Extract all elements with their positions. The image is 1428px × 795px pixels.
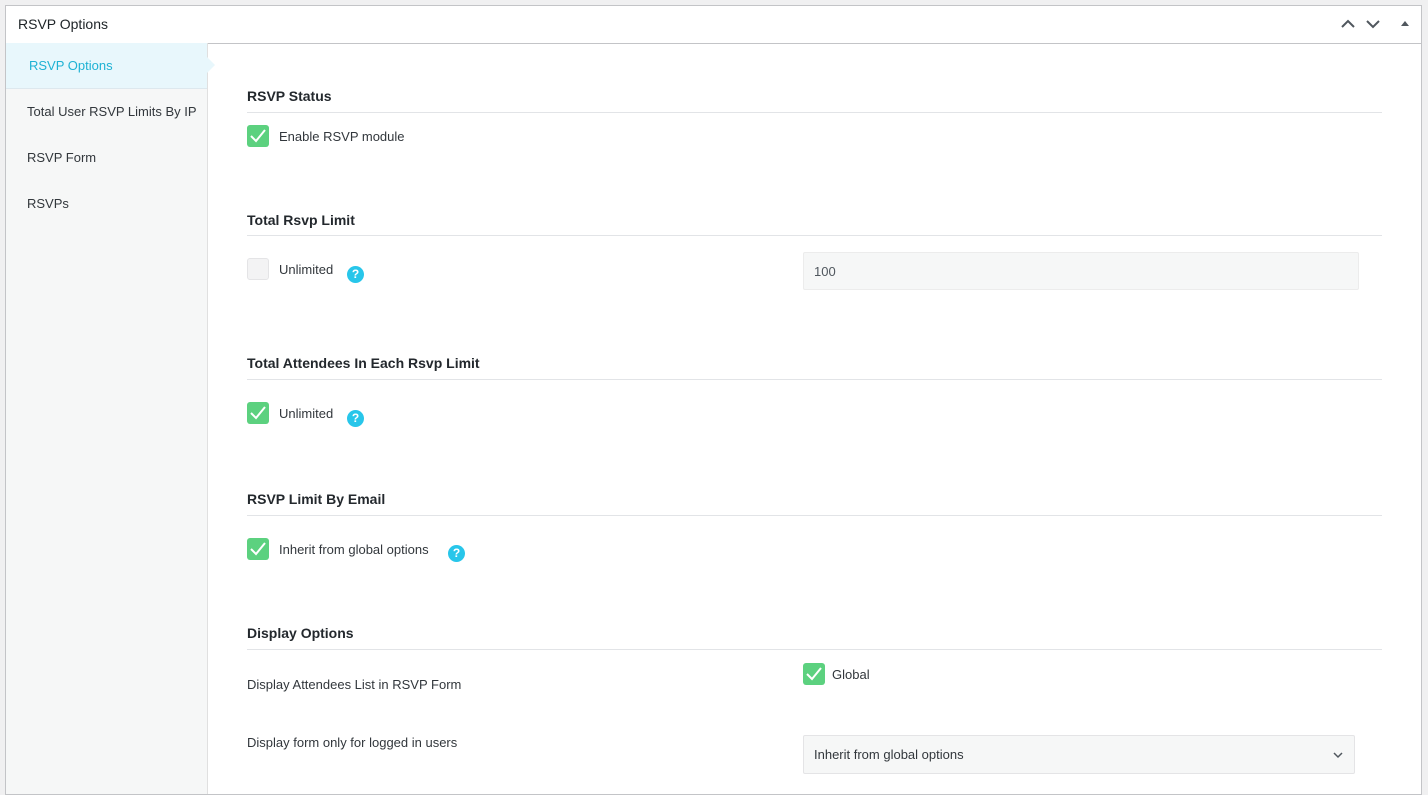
checkmark-icon <box>806 667 822 681</box>
checkmark-icon <box>250 542 266 556</box>
panel-header: RSVP Options <box>6 6 1421 44</box>
help-icon[interactable]: ? <box>347 266 364 283</box>
attendees-unlimited-checkbox[interactable] <box>247 402 269 424</box>
total-limit-input[interactable] <box>803 252 1359 290</box>
section-title-rsvp-status: RSVP Status <box>247 88 332 104</box>
section-title-total-limit: Total Rsvp Limit <box>247 212 355 228</box>
sidebar-item-rsvps[interactable]: RSVPs <box>6 181 207 227</box>
chevron-down-icon <box>1333 752 1343 759</box>
help-icon[interactable]: ? <box>448 545 465 562</box>
triangle-up-icon <box>1401 21 1409 26</box>
move-up-button[interactable] <box>1336 12 1360 36</box>
options-sidebar: RSVP Options Total User RSVP Limits By I… <box>6 43 215 794</box>
attendees-list-label: Display Attendees List in RSVP Form <box>247 677 462 692</box>
chevron-down-icon <box>1366 20 1380 29</box>
section-divider <box>247 515 1382 516</box>
enable-rsvp-label: Enable RSVP module <box>279 129 405 144</box>
help-icon[interactable]: ? <box>347 410 364 427</box>
section-divider <box>247 112 1382 113</box>
attendees-unlimited-label: Unlimited <box>279 406 334 421</box>
checkmark-icon <box>250 406 266 420</box>
toggle-panel-button[interactable] <box>1393 12 1417 36</box>
section-divider <box>247 379 1382 380</box>
logged-in-label: Display form only for logged in users <box>247 735 458 750</box>
logged-in-select[interactable]: Inherit from global options <box>803 735 1355 774</box>
section-title-display-options: Display Options <box>247 625 354 641</box>
sidebar-item-rsvp-options[interactable]: RSVP Options <box>6 43 215 89</box>
section-divider <box>247 235 1382 236</box>
sidebar-item-user-limits-by-ip[interactable]: Total User RSVP Limits By IP <box>6 89 207 135</box>
sidebar-item-rsvp-form[interactable]: RSVP Form <box>6 135 207 181</box>
checkmark-icon <box>250 129 266 143</box>
move-down-button[interactable] <box>1361 12 1385 36</box>
section-title-attendees-limit: Total Attendees In Each Rsvp Limit <box>247 355 480 371</box>
section-divider <box>247 649 1382 650</box>
enable-rsvp-checkbox[interactable] <box>247 125 269 147</box>
chevron-up-icon <box>1341 19 1355 28</box>
display-global-checkbox[interactable] <box>803 663 825 685</box>
display-global-label: Global <box>832 667 870 682</box>
panel-title: RSVP Options <box>18 16 109 32</box>
rsvp-options-panel: RSVP Options RSVP Options Total User RSV… <box>5 5 1422 795</box>
email-inherit-checkbox[interactable] <box>247 538 269 560</box>
total-limit-unlimited-label: Unlimited <box>279 262 334 277</box>
total-limit-unlimited-checkbox[interactable] <box>247 258 269 280</box>
email-inherit-label: Inherit from global options <box>279 542 429 557</box>
logged-in-select-value: Inherit from global options <box>814 747 964 762</box>
section-title-email-limit: RSVP Limit By Email <box>247 491 386 507</box>
